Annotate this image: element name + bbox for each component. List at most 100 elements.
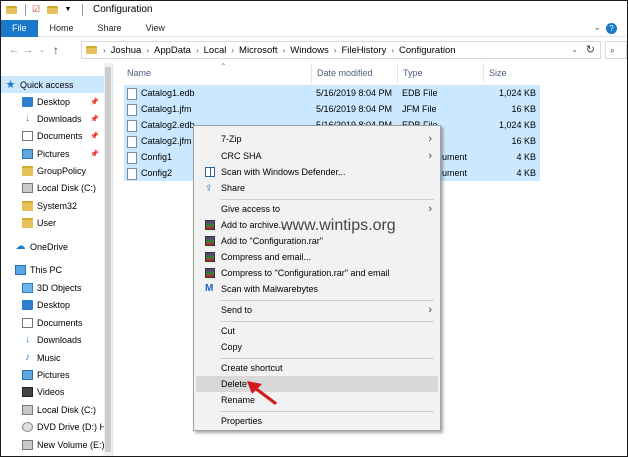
new-folder-icon[interactable] (46, 5, 58, 15)
menu-item-7zip[interactable]: 7-Zip › (196, 131, 438, 147)
sidebar-item-desktop[interactable]: Desktop 📌 (1, 93, 113, 110)
sidebar-item-label: New Volume (E:) (37, 439, 105, 450)
sidebar-item-grouppolicy[interactable]: GroupPolicy (1, 162, 113, 179)
column-header-size[interactable]: Size (484, 63, 542, 83)
chevron-right-icon: › (428, 133, 432, 145)
sidebar-item-music[interactable]: ♪ Music (1, 349, 113, 366)
column-header-name[interactable]: Name ⌃ (122, 62, 312, 83)
quick-access-dropdown-icon[interactable]: ▼ (62, 5, 74, 15)
winrar-icon (205, 252, 215, 262)
drive-icon (22, 404, 33, 415)
breadcrumb-local[interactable]: Local (204, 45, 227, 56)
sidebar-item-new-volume-e[interactable]: New Volume (E:) (1, 436, 113, 453)
tab-view[interactable]: View (134, 20, 177, 37)
address-dropdown-icon[interactable]: ⌄ (571, 45, 578, 54)
file-icon (127, 119, 137, 132)
nav-scrollbar[interactable] (104, 63, 112, 456)
menu-item-delete[interactable]: Delete (196, 376, 438, 392)
sidebar-item-onedrive[interactable]: ☁ OneDrive (1, 238, 113, 255)
sidebar-item-quick-access[interactable]: ★ Quick access (1, 76, 113, 93)
breadcrumb-appdata[interactable]: AppData (154, 45, 191, 56)
menu-item-give-access[interactable]: Give access to › (196, 201, 438, 217)
sidebar-item-system32[interactable]: System32 (1, 197, 113, 214)
tab-share[interactable]: Share (86, 20, 134, 37)
menu-item-compress-email[interactable]: Compress and email... (196, 249, 438, 265)
breadcrumb-separator[interactable]: › (334, 46, 337, 55)
breadcrumb-separator[interactable]: › (231, 46, 234, 55)
sidebar-item-dvd-drive[interactable]: DVD Drive (D:) H (1, 418, 113, 435)
tab-file[interactable]: File (1, 19, 38, 37)
sidebar-item-label: Desktop (37, 299, 71, 310)
breadcrumb-configuration[interactable]: Configuration (399, 45, 456, 56)
properties-icon[interactable]: ☑ (30, 4, 42, 15)
scrollbar-thumb[interactable] (105, 67, 111, 452)
sidebar-item-pictures[interactable]: Pictures 📌 (1, 145, 113, 162)
expand-ribbon-icon[interactable]: ⌄ (593, 22, 601, 33)
pictures-icon (22, 369, 33, 380)
sidebar-item-label: System32 (37, 200, 78, 211)
menu-item-compress-rar-email[interactable]: Compress to "Configuration.rar" and emai… (196, 265, 438, 281)
menu-item-label: Scan with Malwarebytes (221, 284, 319, 294)
menu-item-scan-defender[interactable]: Scan with Windows Defender... (196, 164, 438, 180)
up-button[interactable]: ↑ (49, 43, 63, 57)
sidebar-item-downloads[interactable]: ↓ Downloads 📌 (1, 110, 113, 127)
recent-locations-icon[interactable]: ⌄ (35, 46, 49, 54)
documents-icon (22, 130, 33, 141)
menu-item-scan-malwarebytes[interactable]: M Scan with Malwarebytes (196, 281, 438, 297)
breadcrumb-separator[interactable]: › (283, 46, 286, 55)
table-row[interactable]: Catalog1.jfm 5/16/2019 8:04 PM JFM File … (124, 101, 540, 117)
breadcrumb-filehistory[interactable]: FileHistory (341, 45, 386, 56)
menu-item-label: 7-Zip (221, 134, 242, 144)
sidebar-item-label: Local Disk (C:) (37, 404, 97, 415)
breadcrumb-separator[interactable]: › (146, 46, 149, 55)
menu-item-copy[interactable]: Copy (196, 339, 438, 355)
menu-item-add-to-rar[interactable]: Add to "Configuration.rar" (196, 233, 438, 249)
sidebar-item-pictures-pc[interactable]: Pictures (1, 366, 113, 383)
breadcrumb-microsoft[interactable]: Microsoft (239, 45, 278, 56)
sidebar-item-local-disk-c-pc[interactable]: Local Disk (C:) (1, 401, 113, 418)
menu-item-crc-sha[interactable]: CRC SHA › (196, 148, 438, 164)
menu-item-send-to[interactable]: Send to › (196, 302, 438, 318)
sidebar-item-this-pc[interactable]: This PC (1, 261, 113, 278)
menu-item-label: Copy (221, 342, 243, 352)
menu-item-properties[interactable]: Properties (196, 413, 438, 429)
sidebar-item-local-disk-c[interactable]: Local Disk (C:) (1, 179, 113, 196)
drive-icon (22, 439, 33, 450)
sidebar-item-documents[interactable]: Documents 📌 (1, 127, 113, 144)
sidebar-item-downloads-pc[interactable]: ↓ Downloads (1, 331, 113, 348)
search-input[interactable]: ⌕ (605, 41, 627, 59)
sidebar-item-videos[interactable]: Videos (1, 383, 113, 400)
column-header-date[interactable]: Date modified (312, 63, 398, 83)
menu-item-cut[interactable]: Cut (196, 323, 438, 339)
file-type: EDB File (402, 88, 438, 98)
sidebar-item-desktop-pc[interactable]: Desktop (1, 296, 113, 313)
breadcrumb-separator[interactable]: › (196, 46, 199, 55)
back-button[interactable]: ← (7, 44, 21, 56)
file-icon (127, 151, 137, 164)
help-icon[interactable]: ? (606, 23, 617, 34)
column-header-type[interactable]: Type (398, 63, 484, 83)
sidebar-item-3d-objects[interactable]: 3D Objects (1, 279, 113, 296)
menu-item-share[interactable]: ⇪ Share (196, 180, 438, 196)
file-size: 16 KB (511, 136, 536, 146)
breadcrumb-joshua[interactable]: Joshua (111, 45, 142, 56)
breadcrumb-windows[interactable]: Windows (290, 45, 329, 56)
address-bar[interactable]: › Joshua › AppData › Local › Microsoft ›… (81, 41, 601, 59)
3d-objects-icon (22, 282, 33, 293)
pin-icon: 📌 (90, 132, 99, 140)
file-name: Config2 (141, 168, 173, 178)
sidebar-item-documents-pc[interactable]: Documents (1, 314, 113, 331)
desktop-icon (22, 299, 33, 310)
sidebar-item-user[interactable]: User (1, 214, 113, 231)
chevron-right-icon: › (428, 203, 432, 215)
menu-item-create-shortcut[interactable]: Create shortcut (196, 360, 438, 376)
folder-icon (5, 5, 17, 15)
forward-button[interactable]: → (21, 44, 35, 56)
table-row[interactable]: Catalog1.edb 5/16/2019 8:04 PM EDB File … (124, 85, 540, 101)
watermark: www.wintips.org (281, 217, 396, 234)
menu-item-rename[interactable]: Rename (196, 392, 438, 408)
tab-home[interactable]: Home (38, 20, 86, 37)
refresh-icon[interactable]: ↻ (586, 43, 595, 56)
column-header-label: Date modified (317, 68, 373, 78)
breadcrumb-separator[interactable]: › (391, 46, 394, 55)
